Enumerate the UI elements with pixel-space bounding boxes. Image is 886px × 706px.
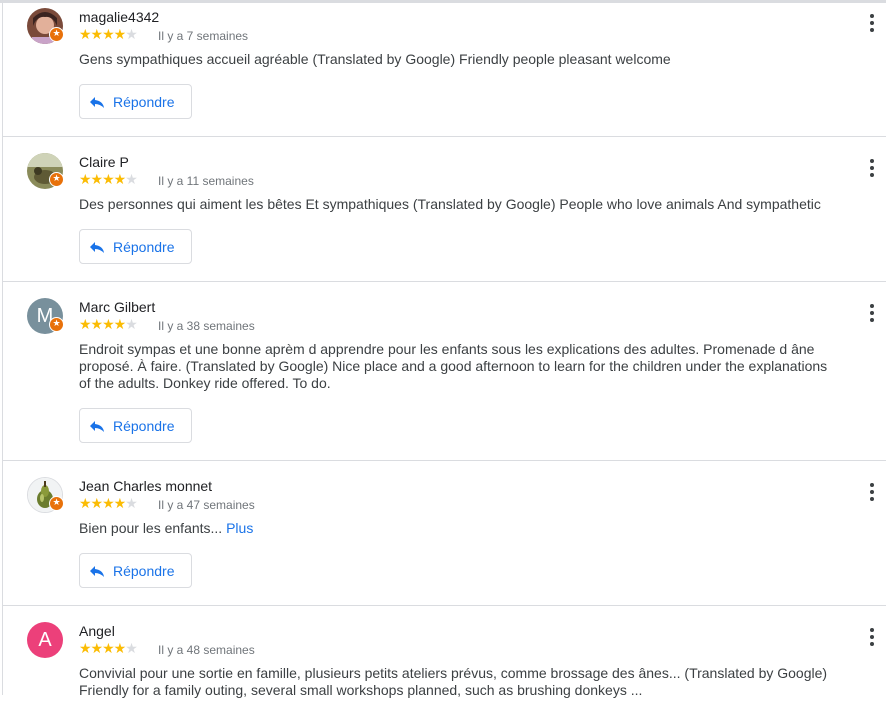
star-empty-icon: ★ [125,27,138,43]
more-options-icon[interactable] [864,158,880,180]
review-item: M Marc Gilbert ★★★★★ Il y a 38 semaines … [3,282,886,461]
reviewer-name[interactable]: magalie4342 [79,9,159,25]
reply-label: Répondre [113,563,175,579]
review-time: Il y a 47 semaines [158,498,255,512]
local-guide-badge-icon [49,496,64,511]
more-link[interactable]: Plus [226,520,253,536]
reply-button[interactable]: Répondre [79,408,192,443]
reply-icon [90,242,104,253]
star-rating: ★★★★★ [79,172,138,188]
review-time: Il y a 7 semaines [158,29,249,43]
star-icon: ★★★★ [79,496,126,512]
reply-icon [90,566,104,577]
reply-icon [90,97,104,108]
more-options-icon[interactable] [864,482,880,504]
review-text: Convivial pour une sortie en famille, pl… [79,665,828,698]
review-text: Endroit sympas et une bonne aprèm d appr… [79,341,828,391]
reply-label: Répondre [113,239,175,255]
review-time: Il y a 11 semaines [158,174,254,188]
reviewer-name[interactable]: Marc Gilbert [79,299,155,315]
local-guide-badge-icon [49,172,64,187]
star-empty-icon: ★ [125,317,138,333]
local-guide-badge-icon [49,317,64,332]
avatar[interactable]: A [27,622,63,658]
star-icon: ★★★★ [79,172,126,188]
reply-label: Répondre [113,94,175,110]
star-rating: ★★★★★ [79,496,138,512]
reply-button[interactable]: Répondre [79,84,192,119]
review-item: Claire P ★★★★★ Il y a 11 semaines Des pe… [3,137,886,282]
more-options-icon[interactable] [864,13,880,35]
reviewer-name[interactable]: Claire P [79,154,129,170]
star-empty-icon: ★ [125,496,138,512]
review-text: Bien pour les enfants... Plus [79,520,839,537]
review-time: Il y a 38 semaines [158,319,255,333]
reviewer-name[interactable]: Jean Charles monnet [79,478,212,494]
star-rating: ★★★★★ [79,27,138,43]
star-rating: ★★★★★ [79,641,138,657]
review-time: Il y a 48 semaines [158,643,255,657]
more-options-icon[interactable] [864,627,880,649]
star-empty-icon: ★ [125,172,138,188]
reviewer-name[interactable]: Angel [79,623,115,639]
reply-label: Répondre [113,418,175,434]
reply-button[interactable]: Répondre [79,229,192,264]
review-item: magalie4342 ★★★★★ Il y a 7 semaines Gens… [3,0,886,137]
review-item: A Angel ★★★★★ Il y a 48 semaines Convivi… [3,606,886,706]
star-icon: ★★★★ [79,317,126,333]
local-guide-badge-icon [49,27,64,42]
review-text-snippet: Bien pour les enfants... [79,520,223,536]
reply-icon [90,421,104,432]
review-text: Gens sympathiques accueil agréable (Tran… [79,51,671,67]
star-icon: ★★★★ [79,641,126,657]
reply-button[interactable]: Répondre [79,553,192,588]
more-options-icon[interactable] [864,303,880,325]
star-empty-icon: ★ [125,641,138,657]
star-rating: ★★★★★ [79,317,138,333]
star-icon: ★★★★ [79,27,126,43]
review-item: Jean Charles monnet ★★★★★ Il y a 47 sema… [3,461,886,606]
review-text: Des personnes qui aiment les bêtes Et sy… [79,196,821,212]
